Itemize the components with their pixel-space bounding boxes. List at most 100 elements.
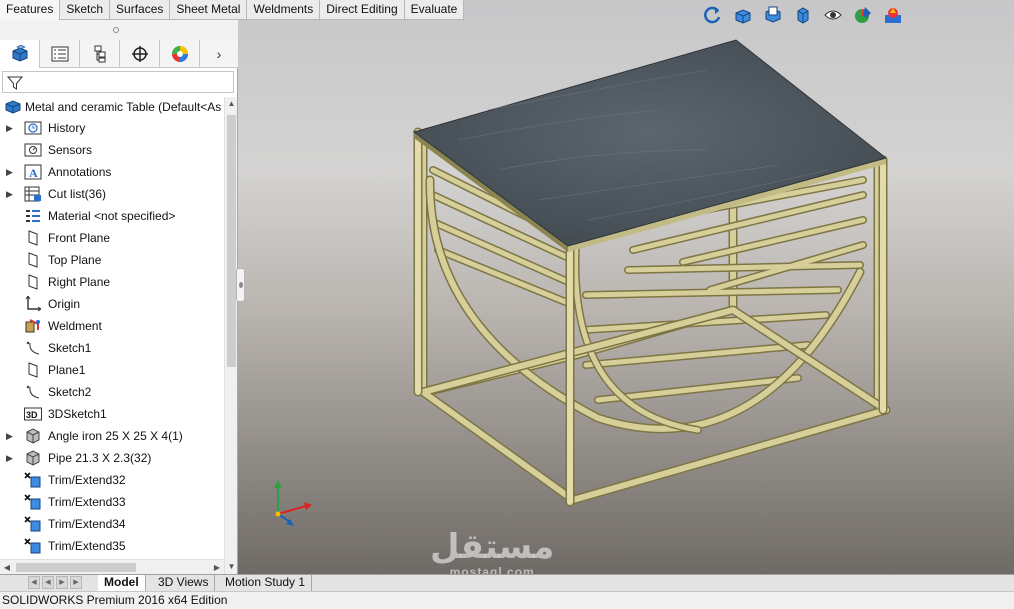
display-manager-tab[interactable] [160, 40, 200, 68]
plane-icon [24, 273, 42, 291]
tree-item-trim-extend32[interactable]: Trim/Extend32 [0, 469, 224, 491]
tree-item-label: Top Plane [48, 253, 102, 267]
scene-icon[interactable] [882, 4, 904, 26]
tree-item-sensors[interactable]: Sensors [0, 139, 224, 161]
tree-horizontal-scrollbar[interactable]: ◀ ▶ [0, 559, 224, 574]
configuration-manager-tab[interactable] [80, 40, 120, 68]
chevron-right-icon[interactable]: › [200, 40, 238, 68]
tree-item-trim-extend35[interactable]: Trim/Extend35 [0, 535, 224, 557]
appearance-icon[interactable] [852, 4, 874, 26]
tab-model[interactable]: Model [98, 575, 146, 591]
scroll-left-icon[interactable]: ◀ [0, 560, 14, 575]
tree-item-angle-iron[interactable]: ▶ Angle iron 25 X 25 X 4(1) [0, 425, 224, 447]
tree-item-top-plane[interactable]: Top Plane [0, 249, 224, 271]
tree-item-3dsketch1[interactable]: 3D 3DSketch1 [0, 403, 224, 425]
panel-grip[interactable] [0, 20, 238, 40]
annotations-icon: A [24, 163, 42, 181]
tab-motion-study-1[interactable]: Motion Study 1 [219, 575, 313, 591]
reference-triad [274, 480, 312, 526]
manager-tabs: › [0, 40, 238, 68]
tree-item-weldment[interactable]: Weldment [0, 315, 224, 337]
tree-item-trim-extend33[interactable]: Trim/Extend33 [0, 491, 224, 513]
tab-weldments[interactable]: Weldments [247, 0, 321, 20]
tree-vertical-scrollbar[interactable]: ▲ ▼ [224, 97, 237, 574]
tree-item-label: Cut list(36) [48, 187, 107, 201]
watermark-arabic: مستقل [430, 527, 555, 567]
scroll-thumb[interactable] [227, 115, 236, 367]
svg-text:A: A [29, 166, 38, 180]
tree-item-annotations[interactable]: ▶ A Annotations [0, 161, 224, 183]
tree-item-label: Trim/Extend33 [48, 495, 126, 509]
last-tab-icon[interactable]: ▶ [70, 576, 82, 589]
chevron-right-icon[interactable]: ▶ [6, 123, 14, 134]
tab-sketch[interactable]: Sketch [60, 0, 111, 20]
display-manager-icon [171, 46, 188, 62]
panel-collapse-handle[interactable] [236, 268, 245, 302]
tab-features[interactable]: Features [0, 0, 61, 20]
tree-item-material[interactable]: Material <not specified> [0, 205, 224, 227]
tree-item-plane1[interactable]: Plane1 [0, 359, 224, 381]
tree-item-label: Trim/Extend34 [48, 517, 126, 531]
status-bar: SOLIDWORKS Premium 2016 x64 Edition [0, 591, 1014, 609]
tab-sheet-metal[interactable]: Sheet Metal [170, 0, 248, 20]
chevron-right-icon[interactable]: ▶ [6, 453, 14, 464]
tree-item-trim-extend34[interactable]: Trim/Extend34 [0, 513, 224, 535]
chevron-right-icon[interactable]: ▶ [6, 167, 14, 178]
property-manager-icon [51, 46, 68, 62]
tree-item-pipe[interactable]: ▶ Pipe 21.3 X 2.3(32) [0, 447, 224, 469]
section-view-icon[interactable] [762, 4, 784, 26]
tree-item-front-plane[interactable]: Front Plane [0, 227, 224, 249]
scroll-down-icon[interactable]: ▼ [225, 560, 238, 574]
hide-show-items-icon[interactable] [822, 4, 844, 26]
bottom-tab-bar: ◀ ◀ ▶ ▶ Model 3D Views Motion Study 1 [0, 574, 1014, 591]
scroll-thumb[interactable] [16, 563, 136, 572]
next-tab-icon[interactable]: ▶ [56, 576, 68, 589]
tree-item-sketch2[interactable]: Sketch2 [0, 381, 224, 403]
svg-text:3D: 3D [26, 410, 38, 420]
graphics-area[interactable]: مستقل mostaql.com [238, 0, 1014, 574]
first-tab-icon[interactable]: ◀ [28, 576, 40, 589]
trim-extend-icon [24, 515, 42, 533]
3dsketch-icon: 3D [24, 405, 42, 423]
prev-tab-icon[interactable]: ◀ [42, 576, 54, 589]
tree-item-label: Sketch1 [48, 341, 92, 355]
configuration-manager-icon [94, 45, 105, 63]
chevron-right-icon[interactable]: ▶ [6, 189, 14, 200]
tree-item-right-plane[interactable]: Right Plane [0, 271, 224, 293]
rotate-view-icon[interactable] [702, 4, 724, 26]
display-style-icon[interactable] [792, 4, 814, 26]
tab-evaluate[interactable]: Evaluate [404, 0, 465, 20]
scroll-right-icon[interactable]: ▶ [210, 560, 224, 575]
tree-item-label: Origin [48, 297, 81, 311]
dimxpert-manager-tab[interactable] [120, 40, 160, 68]
trim-extend-icon [24, 537, 42, 555]
command-manager-tabs: Features Sketch Surfaces Sheet Metal Wel… [0, 0, 465, 20]
property-manager-tab[interactable] [40, 40, 80, 68]
sketch-icon [24, 383, 42, 401]
plane-icon [24, 361, 42, 379]
tab-3d-views[interactable]: 3D Views [152, 575, 216, 591]
tab-surfaces[interactable]: Surfaces [110, 0, 171, 20]
tree-item-sketch1[interactable]: Sketch1 [0, 337, 224, 359]
tree-item-label: Plane1 [48, 363, 86, 377]
watermark-latin: mostaql.com [449, 565, 535, 574]
scroll-up-icon[interactable]: ▲ [225, 97, 238, 111]
weldment-icon [24, 317, 42, 335]
tab-direct-editing[interactable]: Direct Editing [320, 0, 405, 20]
tree-item-label: Pipe 21.3 X 2.3(32) [48, 451, 152, 465]
tree-item-origin[interactable]: Origin [0, 293, 224, 315]
feature-manager-tab[interactable] [0, 40, 40, 68]
structural-member-icon [24, 449, 42, 467]
tree-root-part[interactable]: Metal and ceramic Table (Default<As [0, 97, 224, 117]
sketch-icon [24, 339, 42, 357]
chevron-right-icon[interactable]: ▶ [6, 431, 14, 442]
tree-item-history[interactable]: ▶ History [0, 117, 224, 139]
cut-list-icon [24, 185, 42, 203]
tree-item-label: Trim/Extend35 [48, 539, 126, 553]
tree-item-label: Sensors [48, 143, 93, 157]
tree-filter-input[interactable] [2, 71, 234, 93]
tree-item-cut-list[interactable]: ▶ Cut list(36) [0, 183, 224, 205]
plane-icon [24, 229, 42, 247]
previous-view-icon[interactable] [732, 4, 754, 26]
trim-extend-icon [24, 471, 42, 489]
